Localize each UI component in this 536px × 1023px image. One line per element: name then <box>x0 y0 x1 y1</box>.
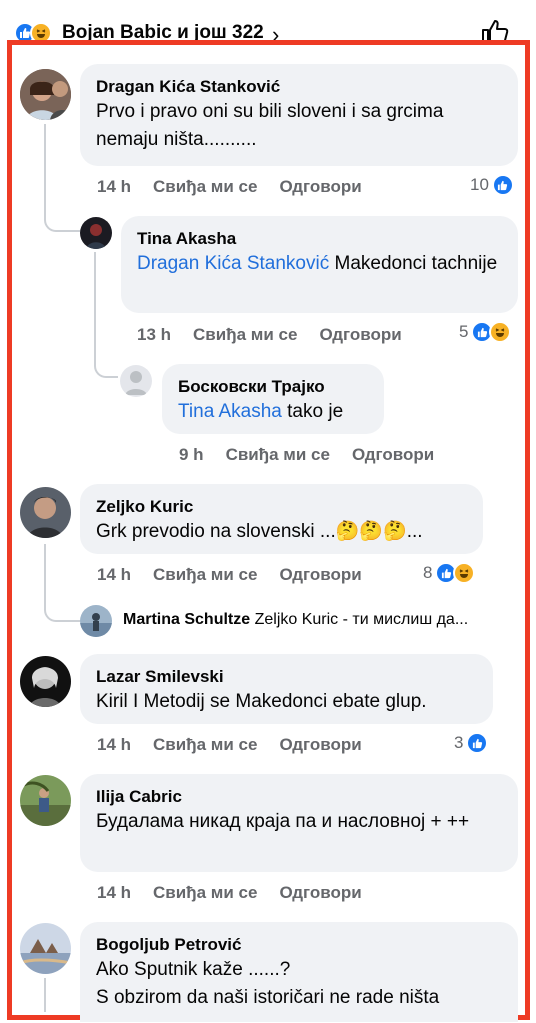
avatar[interactable] <box>20 775 71 826</box>
reply-button[interactable]: Одговори <box>279 565 361 585</box>
reaction-count-value: 3 <box>454 733 464 752</box>
reply-button[interactable]: Одговори <box>279 735 361 755</box>
thread-connector <box>94 252 118 378</box>
avatar[interactable] <box>20 656 71 707</box>
comment-author[interactable]: Zeljko Kuric <box>96 496 469 518</box>
comment-time[interactable]: 14 h <box>97 565 131 585</box>
comment-time[interactable]: 9 h <box>179 445 204 465</box>
reply-button[interactable]: Одговори <box>279 177 361 197</box>
avatar[interactable] <box>80 217 112 249</box>
reaction-count[interactable]: 10 <box>470 174 514 196</box>
reaction-count-value: 8 <box>423 563 433 582</box>
comment-actions: 9 h Свиђа ми се Одговори <box>179 445 434 465</box>
avatar[interactable] <box>20 69 71 120</box>
comment-bubble[interactable]: Dragan Kića Stanković Prvo i pravo oni s… <box>80 64 518 166</box>
comment-time[interactable]: 14 h <box>97 177 131 197</box>
comment-bubble[interactable]: Bogoljub Petrović Ako Sputnik kaže .....… <box>80 922 518 1022</box>
avatar[interactable] <box>20 487 71 538</box>
like-button[interactable]: Свиђа ми се <box>226 445 330 465</box>
comment-text: S obzirom da naši istoričari ne rade niš… <box>96 987 440 1008</box>
comment-actions: 14 h Свиђа ми се Одговори <box>97 735 362 755</box>
avatar[interactable] <box>80 605 112 637</box>
comment-text: Будалама никад краја па и насловној + ++ <box>96 811 470 832</box>
comment-author[interactable]: Босковски Трајко <box>178 376 370 398</box>
comment-author[interactable]: Martina Schultze <box>123 611 250 628</box>
comment-text: Tina Akasha tako je <box>178 398 370 426</box>
like-button[interactable]: Свиђа ми се <box>153 177 257 197</box>
comment-text: Ako Sputnik kaže ......? <box>96 959 291 980</box>
comment-text: Dragan Kića Stanković Makedonci tachnije <box>137 250 504 278</box>
comment-author[interactable]: Lazar Smilevski <box>96 666 479 688</box>
comment-author[interactable]: Bogoljub Petrović <box>96 934 504 956</box>
like-button[interactable]: Свиђа ми се <box>153 735 257 755</box>
haha-icon <box>453 562 476 584</box>
comment-text: Grk prevodio na slovenski ...🤔🤔🤔... <box>96 521 423 542</box>
comment-bubble[interactable]: Zeljko Kuric Grk prevodio na slovenski .… <box>80 484 483 554</box>
reactions-summary-bar[interactable]: Bojan Babic и још 322 › <box>0 0 536 47</box>
reply-button[interactable]: Одговори <box>352 445 434 465</box>
comment-bubble[interactable]: Lazar Smilevski Kiril I Metodij se Maked… <box>80 654 493 724</box>
reaction-count-value: 5 <box>459 322 469 341</box>
comment-text-body: Makedonci tachnije <box>329 253 498 274</box>
comment-text: Prvo i pravo oni su bili sloveni i sa gr… <box>96 101 444 150</box>
comment-bubble[interactable]: Tina Akasha Dragan Kića Stanković Makedo… <box>121 216 518 313</box>
reaction-count[interactable]: 5 <box>459 321 512 343</box>
avatar[interactable] <box>20 923 71 974</box>
thread-connector <box>44 544 80 622</box>
comment-text-body: tako je <box>281 401 344 422</box>
default-avatar-icon[interactable] <box>120 365 152 397</box>
reply-button[interactable]: Одговори <box>319 325 401 345</box>
like-icon <box>466 732 489 754</box>
comment-preview-text: Zeljko Kuric - ти мислиш да... <box>254 611 469 628</box>
comment-bubble[interactable]: Босковски Трајко Tina Akasha tako je <box>162 364 384 434</box>
thread-connector <box>44 978 46 1012</box>
like-button[interactable]: Свиђа ми се <box>153 565 257 585</box>
comment-actions: 14 h Свиђа ми се Одговори <box>97 565 362 585</box>
comment-author[interactable]: Tina Akasha <box>137 228 504 250</box>
comment-time[interactable]: 14 h <box>97 883 131 903</box>
thread-connector <box>44 124 80 232</box>
comment-author[interactable]: Ilija Cabric <box>96 786 504 808</box>
like-icon <box>491 174 514 196</box>
reply-button[interactable]: Одговори <box>279 883 361 903</box>
reaction-count-value: 10 <box>470 175 489 194</box>
comment-text: Kiril I Metodij se Makedonci ebate glup. <box>96 691 427 712</box>
collapsed-reply[interactable]: Martina Schultze Zeljko Kuric - ти мисли… <box>123 611 468 629</box>
mention-link[interactable]: Dragan Kića Stanković <box>137 253 329 274</box>
like-button[interactable]: Свиђа ми се <box>193 325 297 345</box>
haha-icon <box>489 321 512 343</box>
comment-bubble[interactable]: Ilija Cabric Будалама никад краја па и н… <box>80 774 518 872</box>
mention-link[interactable]: Tina Akasha <box>178 401 282 422</box>
comment-time[interactable]: 14 h <box>97 735 131 755</box>
comment-author[interactable]: Dragan Kića Stanković <box>96 76 504 98</box>
reaction-count[interactable]: 8 <box>423 562 476 584</box>
reaction-count[interactable]: 3 <box>454 732 489 754</box>
comment-actions: 13 h Свиђа ми се Одговори <box>137 325 402 345</box>
comment-time[interactable]: 13 h <box>137 325 171 345</box>
comment-actions: 14 h Свиђа ми се Одговори <box>97 177 362 197</box>
like-button[interactable]: Свиђа ми се <box>153 883 257 903</box>
comment-actions: 14 h Свиђа ми се Одговори <box>97 883 362 903</box>
